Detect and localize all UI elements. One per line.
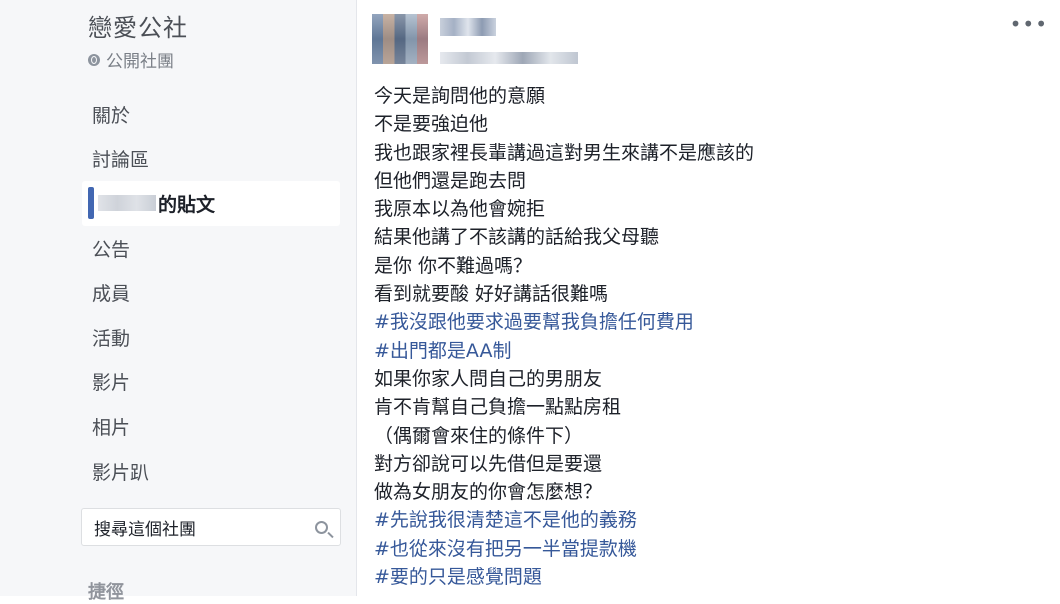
search-input[interactable]: 搜尋這個社團 [94, 515, 196, 540]
avatar[interactable] [372, 14, 428, 64]
nav-photos[interactable]: 相片 [82, 404, 340, 449]
post-line: 我也跟家裡長輩講過這對男生來講不是應該的 [374, 141, 755, 164]
post-line: （偶爾會來住的條件下） [374, 424, 584, 447]
post-line: 結果他講了不該講的話給我父母聽 [374, 226, 660, 249]
post-line: 不是要強迫他 [374, 113, 489, 136]
nav-my-posts-label: 的貼文 [158, 193, 216, 216]
nav-announcements[interactable]: 公告 [82, 226, 340, 271]
search-icon[interactable] [315, 520, 328, 534]
nav-my-posts[interactable]: 的貼文 [82, 181, 340, 226]
group-search-box[interactable]: 搜尋這個社團 [81, 508, 341, 546]
post-line: 我原本以為他會婉拒 [374, 198, 546, 221]
nav-events[interactable]: 活動 [82, 315, 340, 360]
nav-watch-party[interactable]: 影片趴 [82, 449, 340, 494]
hashtag-link[interactable]: #我沒跟他要求過要幫我負擔任何費用 [374, 308, 1014, 336]
post-line: 如果你家人問自己的男朋友 [374, 367, 603, 390]
post-line: 今天是詢問他的意願 [374, 85, 546, 107]
active-indicator [88, 187, 94, 220]
post-line: 看到就要酸 好好講話很難嗎 [374, 283, 609, 306]
group-nav: 關於 討論區 的貼文 公告 成員 活動 影片 相片 影片趴 [82, 92, 340, 493]
post-line: 對方卻說可以先借但是要還 [374, 452, 603, 475]
post-line: 做為女朋友的你會怎麼想？ [374, 481, 603, 504]
globe-icon [88, 53, 100, 66]
nav-videos[interactable]: 影片 [82, 360, 340, 405]
more-dots-icon[interactable]: ••• [1010, 12, 1048, 36]
post-body: 今天是詢問他的意願 不是要強迫他 我也跟家裡長輩講過這對男生來講不是應該的 但他… [374, 82, 1014, 591]
privacy-label: 公開社團 [106, 52, 174, 72]
nav-about[interactable]: 關於 [82, 92, 340, 137]
shortcuts-heading: 捷徑 [88, 582, 124, 603]
hashtag-link[interactable]: #要的只是感覺問題 [374, 563, 1014, 591]
hashtag-link[interactable]: #先說我很清楚這不是他的義務 [374, 506, 1014, 534]
blurred-author-name[interactable] [440, 18, 496, 36]
group-title[interactable]: 戀愛公社 [88, 8, 188, 43]
post-card: ••• 今天是詢問他的意願 不是要強迫他 我也跟家裡長輩講過這對男生來講不是應該… [370, 0, 1060, 596]
group-sidebar: 戀愛公社 公開社團 關於 討論區 的貼文 公告 成員 活動 影片 相片 影片趴 … [0, 0, 357, 603]
post-line: 但他們還是跑去問 [374, 169, 527, 192]
hashtag-link[interactable]: #也從來沒有把另一半當提款機 [374, 535, 1014, 563]
nav-discussion[interactable]: 討論區 [82, 137, 340, 182]
post-line: 肯不肯幫自己負擔一點點房租 [374, 396, 622, 419]
hashtag-link[interactable]: #出門都是AA制 [374, 337, 1014, 365]
post-line: 是你 你不難過嗎？ [374, 254, 533, 277]
blurred-post-meta [440, 52, 578, 64]
blurred-username [98, 195, 156, 212]
group-privacy: 公開社團 [88, 47, 174, 72]
nav-members[interactable]: 成員 [82, 270, 340, 315]
